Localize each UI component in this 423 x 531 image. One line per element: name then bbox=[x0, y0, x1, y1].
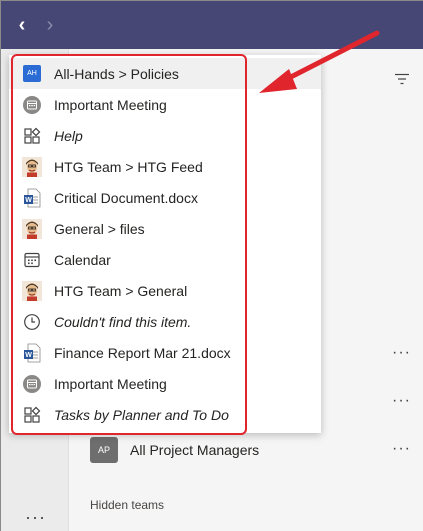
clock-icon bbox=[22, 312, 42, 332]
history-item[interactable]: W Finance Report Mar 21.docx bbox=[9, 337, 321, 368]
chevron-right-icon: › bbox=[46, 13, 54, 36]
history-item[interactable]: HTG Team > HTG Feed bbox=[9, 151, 321, 182]
history-item-label: HTG Team > General bbox=[54, 282, 188, 299]
history-item[interactable]: Tasks by Planner and To Do bbox=[9, 399, 321, 430]
history-item-label: Important Meeting bbox=[54, 375, 167, 392]
chevron-left-icon: ‹ bbox=[18, 13, 26, 36]
history-item[interactable]: Help bbox=[9, 120, 321, 151]
word-file-icon: W bbox=[22, 188, 42, 208]
history-item-label: All-Hands > Policies bbox=[54, 65, 179, 82]
history-item-label: Help bbox=[54, 127, 83, 144]
history-item-label: Couldn't find this item. bbox=[54, 313, 192, 330]
back-button[interactable]: ‹ bbox=[10, 13, 34, 37]
filter-icon[interactable] bbox=[394, 73, 410, 85]
history-item-label: Calendar bbox=[54, 251, 111, 268]
team-item[interactable]: AP All Project Managers bbox=[89, 435, 389, 465]
team-name: All Project Managers bbox=[130, 442, 260, 458]
history-item[interactable]: W Critical Document.docx bbox=[9, 182, 321, 213]
calendar-icon bbox=[22, 250, 42, 270]
app-icon bbox=[22, 405, 42, 425]
history-item-label: General > files bbox=[54, 220, 145, 237]
history-item[interactable]: General > files bbox=[9, 213, 321, 244]
htg-avatar-icon bbox=[22, 218, 42, 239]
team-avatar-icon: AH bbox=[22, 64, 42, 84]
svg-text:W: W bbox=[25, 197, 32, 204]
history-item-label: Important Meeting bbox=[54, 96, 167, 113]
history-item-label: Tasks by Planner and To Do bbox=[54, 406, 229, 423]
team-avatar: AP bbox=[90, 437, 118, 463]
app-icon bbox=[22, 126, 42, 146]
hidden-teams-label[interactable]: Hidden teams bbox=[90, 498, 164, 512]
team-more-button[interactable]: ··· bbox=[392, 440, 411, 458]
history-item[interactable]: HTG Team > General bbox=[9, 275, 321, 306]
annotation-arrow bbox=[259, 30, 380, 93]
forward-button[interactable]: › bbox=[38, 13, 62, 37]
htg-avatar-icon bbox=[22, 156, 42, 177]
history-item[interactable]: Calendar bbox=[9, 244, 321, 275]
history-item[interactable]: Couldn't find this item. bbox=[9, 306, 321, 337]
history-dropdown: AH All-Hands > Policies Important Meeting H… bbox=[9, 55, 321, 433]
htg-avatar-icon bbox=[22, 280, 42, 301]
team-more-button[interactable]: ··· bbox=[392, 344, 411, 362]
meeting-icon bbox=[22, 374, 42, 394]
history-item-label: HTG Team > HTG Feed bbox=[54, 158, 203, 175]
more-apps-button[interactable]: ··· bbox=[25, 507, 46, 528]
history-item-label: Critical Document.docx bbox=[54, 189, 198, 206]
meeting-icon bbox=[22, 95, 42, 115]
history-item-label: Finance Report Mar 21.docx bbox=[54, 344, 231, 361]
word-file-icon: W bbox=[22, 343, 42, 363]
history-item[interactable]: Important Meeting bbox=[9, 368, 321, 399]
svg-text:W: W bbox=[25, 352, 32, 359]
team-more-button[interactable]: ··· bbox=[392, 392, 411, 410]
